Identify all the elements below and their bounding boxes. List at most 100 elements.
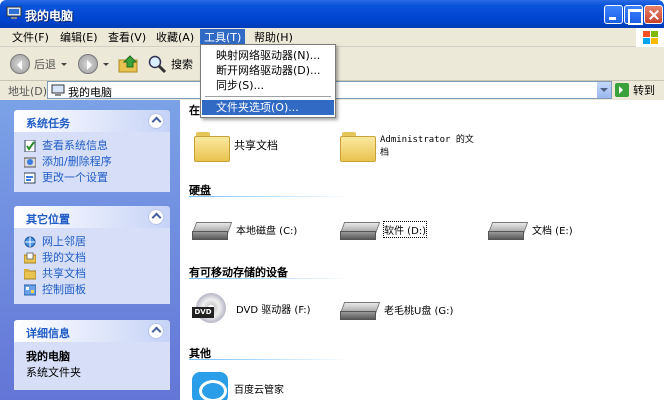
folder-shared-documents[interactable]: 共享文档 (194, 130, 278, 162)
item-label: 文档 (E:) (532, 225, 573, 237)
maximize-button[interactable] (624, 5, 643, 25)
details-group: 详细信息 我的电脑 系统文件夹 (14, 320, 170, 390)
section-divider (189, 359, 349, 360)
item-label: 共享文档 (234, 139, 278, 152)
section-stored-files: 在 (189, 104, 200, 117)
section-divider (189, 196, 349, 197)
task-view-system-info[interactable]: 查看系统信息 (24, 138, 162, 154)
tools-menu: 映射网络驱动器(N)... 断开网络驱动器(D)... 同步(S)... 文件夹… (200, 44, 336, 118)
details-type: 系统文件夹 (26, 366, 81, 379)
folder-icon (340, 130, 376, 162)
search-label: 搜索 (171, 58, 193, 71)
collapse-icon[interactable] (148, 209, 164, 225)
drive-dvd-f[interactable]: DVD DVD 驱动器 (F:) (192, 293, 311, 323)
section-divider (189, 278, 349, 279)
details-body: 我的电脑 系统文件夹 (14, 342, 170, 390)
drive-d[interactable]: 软件 (D:) (340, 218, 428, 240)
menu-folder-options[interactable]: 文件夹选项(O)... (202, 100, 334, 115)
menu-map-network-drive[interactable]: 映射网络驱动器(N)... (202, 48, 334, 63)
place-label: 我的文档 (42, 251, 86, 264)
drive-usb-g[interactable]: 老毛桃U盘 (G:) (340, 298, 453, 320)
documents-icon (24, 252, 36, 264)
other-places-header[interactable]: 其它位置 (14, 206, 170, 228)
forward-arrow-icon (78, 54, 98, 74)
system-tasks-group: 系统任务 查看系统信息 添加/删除程序 更改一个设置 (14, 110, 170, 192)
info-icon (24, 140, 36, 152)
task-label: 添加/删除程序 (42, 155, 112, 168)
baidu-cloud-icon (192, 372, 228, 400)
folder-icon (194, 130, 230, 162)
back-label: 后退 (34, 58, 56, 71)
menu-view[interactable]: 查看(V) (104, 29, 150, 46)
network-icon (24, 236, 36, 248)
menu-edit[interactable]: 编辑(E) (56, 29, 102, 46)
task-label: 查看系统信息 (42, 139, 108, 152)
title-bar: 我的电脑 (0, 0, 664, 28)
address-value: 我的电脑 (68, 86, 112, 99)
menu-separator (205, 96, 331, 97)
collapse-icon[interactable] (148, 323, 164, 339)
place-network[interactable]: 网上邻居 (24, 234, 162, 250)
window-title: 我的电脑 (25, 9, 74, 23)
details-header[interactable]: 详细信息 (14, 320, 170, 342)
task-change-setting[interactable]: 更改一个设置 (24, 170, 162, 186)
place-my-documents[interactable]: 我的文档 (24, 250, 162, 266)
drive-e[interactable]: 文档 (E:) (488, 218, 573, 240)
menu-disconnect-network-drive[interactable]: 断开网络驱动器(D)... (202, 63, 334, 78)
details-name: 我的电脑 (26, 350, 70, 363)
close-button[interactable] (644, 5, 663, 24)
back-dropdown-icon[interactable] (61, 62, 67, 66)
address-label: 地址(D) (8, 85, 48, 98)
search-icon (148, 55, 167, 74)
item-label: 百度云管家 (234, 384, 284, 396)
item-label: Administrator 的文档 (380, 135, 474, 158)
task-label: 更改一个设置 (42, 171, 108, 184)
forward-dropdown-icon[interactable] (103, 62, 109, 66)
back-button[interactable]: 后退 (10, 51, 67, 77)
system-tasks-title: 系统任务 (26, 117, 70, 130)
menu-file[interactable]: 文件(F) (8, 29, 53, 46)
minimize-button[interactable] (604, 5, 623, 24)
search-button[interactable]: 搜索 (147, 51, 193, 77)
baidu-cloud[interactable]: 百度云管家 (192, 372, 284, 400)
usb-drive-icon (340, 298, 378, 320)
other-places-body: 网上邻居 我的文档 共享文档 控制面板 (14, 228, 170, 304)
folder-admin-documents[interactable]: Administrator 的文档 (340, 130, 475, 162)
item-label: 老毛桃U盘 (G:) (384, 305, 454, 317)
place-label: 控制面板 (42, 283, 86, 296)
go-button[interactable]: 转到 (615, 82, 655, 98)
windows-logo-icon (636, 28, 664, 48)
forward-button[interactable] (78, 51, 109, 77)
settings-icon (24, 172, 36, 184)
folder-icon (24, 269, 36, 280)
file-view: 在 共享文档 Administrator 的文档 硬盘 本地磁盘 (C:) 软件… (180, 100, 664, 400)
go-arrow-icon (615, 83, 629, 97)
my-computer-icon (6, 6, 22, 19)
details-title: 详细信息 (26, 327, 70, 340)
up-folder-icon (118, 55, 138, 73)
other-places-group: 其它位置 网上邻居 我的文档 共享文档 控制面板 (14, 206, 170, 304)
dvd-badge: DVD (192, 307, 214, 318)
task-add-remove-programs[interactable]: 添加/删除程序 (24, 154, 162, 170)
my-computer-icon (51, 84, 65, 96)
hard-drive-icon (488, 218, 526, 240)
place-control-panel[interactable]: 控制面板 (24, 282, 162, 298)
collapse-icon[interactable] (148, 113, 164, 129)
drive-c[interactable]: 本地磁盘 (C:) (192, 218, 297, 240)
address-dropdown-icon[interactable] (597, 82, 611, 98)
item-label: DVD 驱动器 (F:) (236, 304, 311, 316)
hard-drive-icon (192, 218, 230, 240)
dvd-drive-icon: DVD (192, 293, 226, 323)
item-label: 软件 (D:) (382, 220, 428, 238)
place-shared-documents[interactable]: 共享文档 (24, 266, 162, 282)
go-label: 转到 (633, 84, 655, 97)
place-label: 网上邻居 (42, 235, 86, 248)
task-pane: 系统任务 查看系统信息 添加/删除程序 更改一个设置 其它位置 网上邻居 我的文… (0, 100, 180, 400)
system-tasks-header[interactable]: 系统任务 (14, 110, 170, 132)
up-folder-button[interactable] (118, 51, 140, 77)
system-tasks-body: 查看系统信息 添加/删除程序 更改一个设置 (14, 132, 170, 192)
menu-synchronize[interactable]: 同步(S)... (202, 78, 334, 93)
programs-icon (24, 157, 36, 168)
menu-favorites[interactable]: 收藏(A) (152, 29, 198, 46)
other-places-title: 其它位置 (26, 213, 70, 226)
